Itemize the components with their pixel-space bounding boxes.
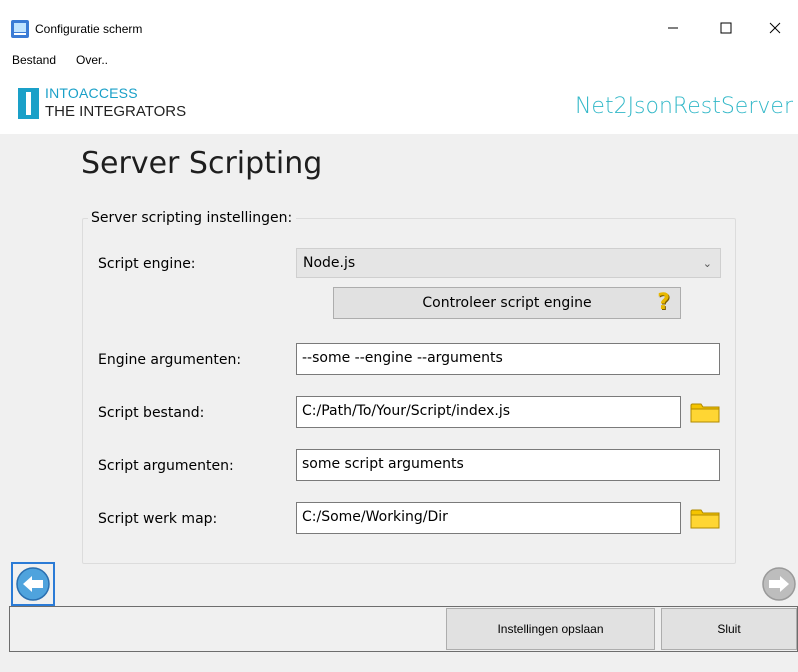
status-bar: [0, 652, 798, 672]
title-bar: Configuratie scherm: [0, 0, 798, 46]
back-button[interactable]: [11, 562, 55, 606]
brand-name: Net2JsonRestServer: [574, 94, 793, 119]
header-banner: INTOACCESS THE INTEGRATORS Net2JsonRestS…: [0, 72, 798, 134]
menu-over[interactable]: Over..: [76, 53, 108, 67]
app-icon: [11, 20, 29, 38]
script-engine-value: Node.js: [303, 255, 356, 271]
logo-company: INTOACCESS: [45, 85, 138, 101]
minimize-icon: [668, 27, 678, 29]
folder-icon[interactable]: [690, 400, 720, 424]
engine-args-input[interactable]: --some --engine --arguments: [296, 343, 720, 375]
chevron-down-icon: ⌄: [702, 257, 712, 270]
help-icon: ?: [657, 290, 670, 315]
save-settings-button[interactable]: Instellingen opslaan: [446, 608, 655, 650]
menu-bestand[interactable]: Bestand: [12, 53, 56, 67]
folder-icon[interactable]: [690, 506, 720, 530]
work-dir-label: Script werk map:: [98, 511, 218, 527]
maximize-icon: [720, 22, 732, 34]
close-icon: [769, 22, 781, 34]
close-window-button[interactable]: [752, 10, 798, 46]
forward-button[interactable]: [761, 562, 798, 606]
logo-tagline: THE INTEGRATORS: [45, 103, 187, 120]
window-title: Configuratie scherm: [35, 22, 143, 36]
script-file-input[interactable]: C:/Path/To/Your/Script/index.js: [296, 396, 681, 428]
menu-bar: Bestand Over..: [0, 46, 798, 72]
engine-args-label: Engine argumenten:: [98, 352, 242, 368]
group-legend: Server scripting instellingen:: [88, 210, 297, 226]
script-args-label: Script argumenten:: [98, 458, 234, 474]
script-file-label: Script bestand:: [98, 405, 205, 421]
arrow-left-icon: [16, 567, 50, 601]
check-engine-button[interactable]: Controleer script engine ?: [333, 287, 681, 319]
page-title: Server Scripting: [81, 146, 323, 181]
script-args-input[interactable]: some script arguments: [296, 449, 720, 481]
logo-mark: [18, 88, 39, 119]
check-engine-label: Controleer script engine: [422, 295, 592, 311]
minimize-button[interactable]: [650, 10, 696, 46]
script-engine-label: Script engine:: [98, 256, 196, 272]
maximize-button[interactable]: [703, 10, 749, 46]
close-button[interactable]: Sluit: [661, 608, 797, 650]
script-engine-select[interactable]: Node.js ⌄: [296, 248, 721, 278]
arrow-right-icon: [762, 567, 796, 601]
work-dir-input[interactable]: C:/Some/Working/Dir: [296, 502, 681, 534]
